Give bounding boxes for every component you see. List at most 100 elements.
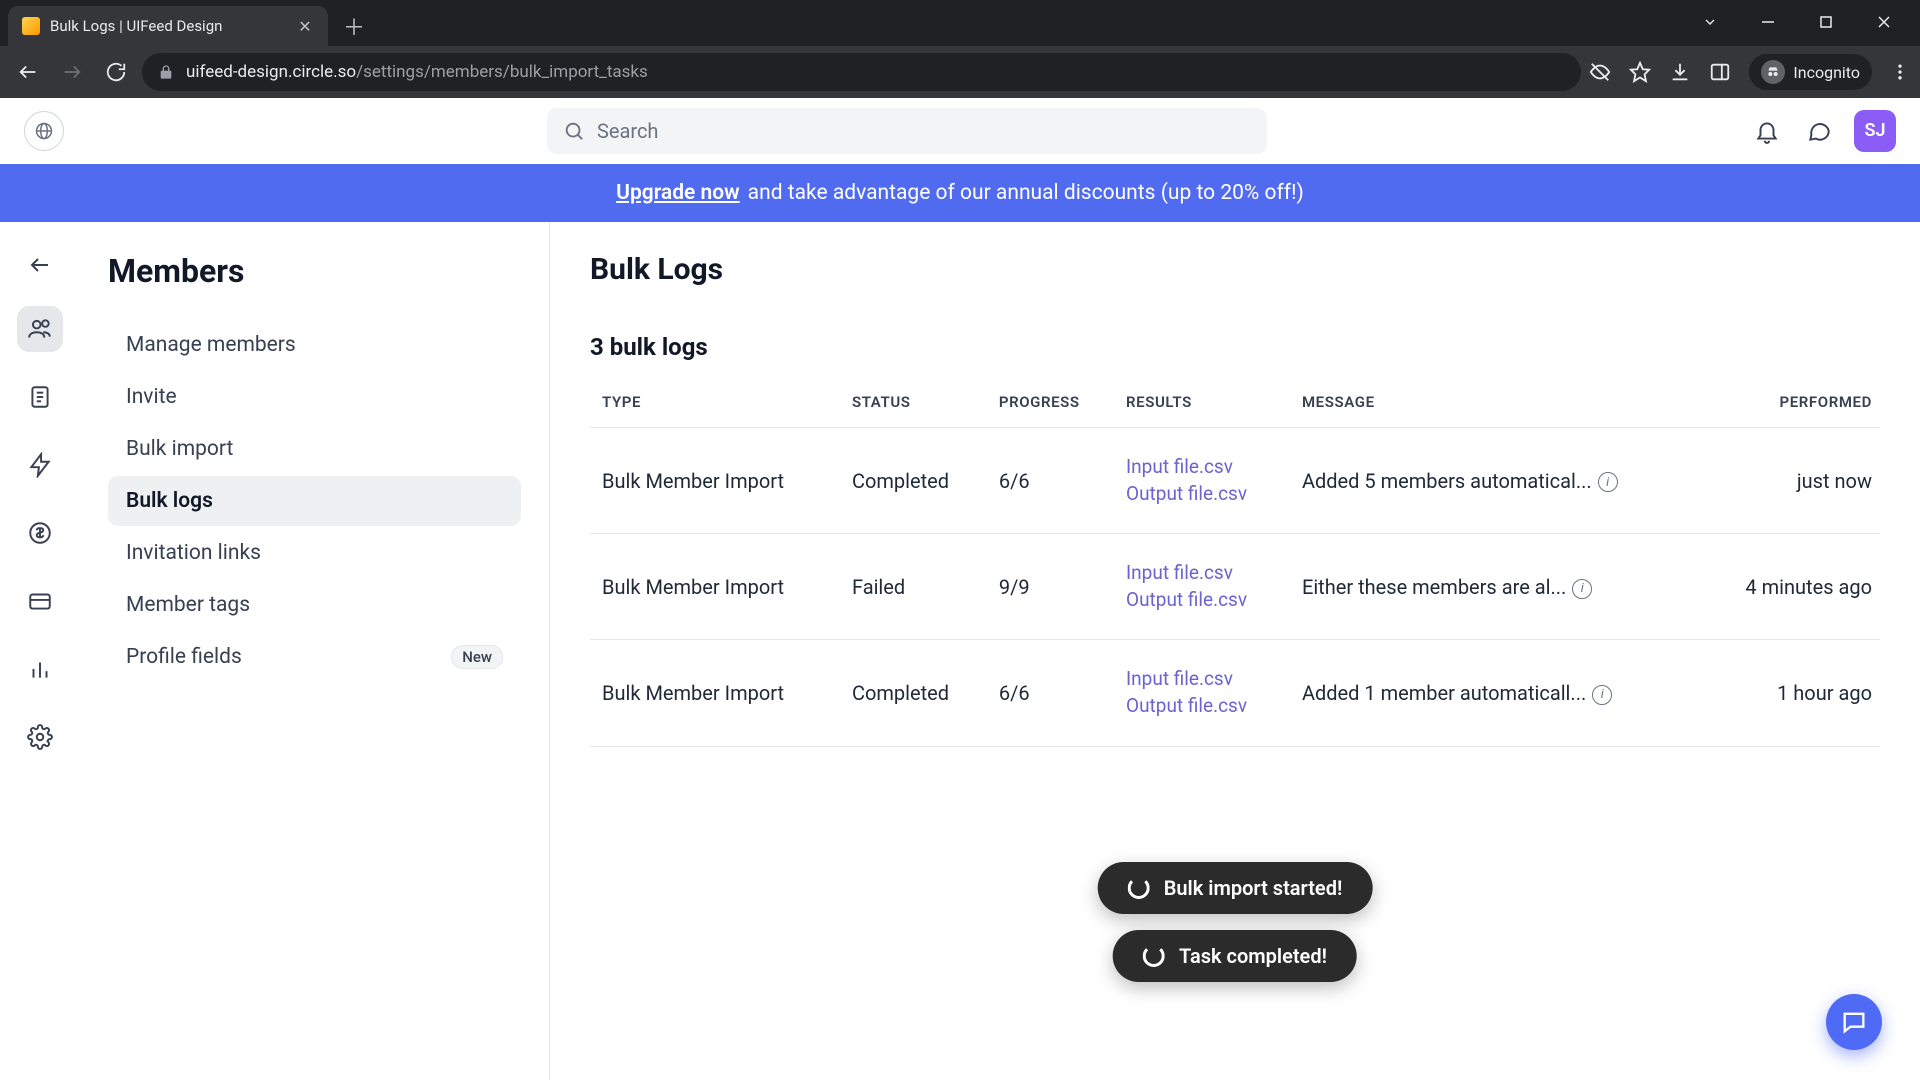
bookmark-star-icon[interactable] <box>1629 61 1651 83</box>
tab-close-button[interactable]: ✕ <box>296 17 314 35</box>
tab-favicon <box>22 17 40 35</box>
sidebar-item-label: Bulk logs <box>126 489 213 513</box>
cell-type: Bulk Member Import <box>590 534 840 640</box>
address-bar[interactable]: uifeed-design.circle.so/settings/members… <box>142 53 1581 91</box>
info-icon[interactable]: i <box>1572 579 1592 599</box>
sidebar-item-label: Profile fields <box>126 645 242 669</box>
sidebar-item[interactable]: Bulk import <box>108 424 521 474</box>
browser-tab[interactable]: Bulk Logs | UIFeed Design ✕ <box>8 6 328 46</box>
toast: Task completed! <box>1113 930 1357 982</box>
sidebar-item[interactable]: Invitation links <box>108 528 521 578</box>
cell-type: Bulk Member Import <box>590 428 840 534</box>
messages-button[interactable] <box>1802 114 1836 148</box>
rail-analytics[interactable] <box>17 646 63 692</box>
col-progress: PROGRESS <box>987 383 1114 428</box>
bolt-icon <box>27 452 53 478</box>
search-icon <box>563 120 585 142</box>
page-title: Bulk Logs <box>590 252 1880 287</box>
cell-message: Added 5 members automatical...i <box>1290 428 1702 534</box>
incognito-indicator[interactable]: Incognito <box>1749 54 1872 90</box>
upgrade-now-link[interactable]: Upgrade now <box>616 181 740 205</box>
bulk-logs-table: TYPE STATUS PROGRESS RESULTS MESSAGE PER… <box>590 383 1880 747</box>
toast-text: Task completed! <box>1179 944 1327 968</box>
sidebar-item-label: Bulk import <box>126 437 233 461</box>
incognito-icon <box>1761 60 1785 84</box>
help-chat-button[interactable] <box>1826 994 1882 1050</box>
cell-status: Completed <box>840 428 987 534</box>
sidebar-item-label: Invite <box>126 385 177 409</box>
address-url: uifeed-design.circle.so/settings/members… <box>186 62 648 82</box>
banner-text: and take advantage of our annual discoun… <box>748 181 1304 205</box>
window-close-button[interactable] <box>1856 4 1912 40</box>
logs-count: 3 bulk logs <box>590 333 1880 361</box>
rail-paywalls[interactable] <box>17 510 63 556</box>
tab-search-button[interactable] <box>1682 4 1738 40</box>
sidebar-item-label: Manage members <box>126 333 296 357</box>
lock-icon <box>158 64 174 80</box>
output-file-link[interactable]: Output file.csv <box>1126 693 1278 720</box>
search-input[interactable]: Search <box>547 108 1267 154</box>
info-icon[interactable]: i <box>1592 685 1612 705</box>
window-maximize-button[interactable] <box>1798 4 1854 40</box>
rail-members[interactable] <box>17 306 63 352</box>
rail-back-button[interactable] <box>21 246 59 284</box>
cell-progress: 9/9 <box>987 534 1114 640</box>
chat-bubble-icon <box>1840 1008 1868 1036</box>
cell-message: Added 1 member automaticall...i <box>1290 640 1702 746</box>
sidepanel-icon[interactable] <box>1709 61 1731 83</box>
window-minimize-button[interactable] <box>1740 4 1796 40</box>
rail-posts[interactable] <box>17 374 63 420</box>
downloads-icon[interactable] <box>1669 61 1691 83</box>
browser-forward-button[interactable] <box>54 54 90 90</box>
table-row: Bulk Member ImportCompleted6/6Input file… <box>590 428 1880 534</box>
output-file-link[interactable]: Output file.csv <box>1126 481 1278 508</box>
browser-back-button[interactable] <box>10 54 46 90</box>
cell-status: Failed <box>840 534 987 640</box>
toast-text: Bulk import started! <box>1164 876 1343 900</box>
notifications-button[interactable] <box>1750 114 1784 148</box>
info-icon[interactable]: i <box>1598 472 1618 492</box>
browser-menu-button[interactable] <box>1890 62 1910 82</box>
col-results: RESULTS <box>1114 383 1290 428</box>
tab-title: Bulk Logs | UIFeed Design <box>50 17 286 35</box>
cell-status: Completed <box>840 640 987 746</box>
sidebar-item[interactable]: Profile fieldsNew <box>108 632 521 682</box>
user-avatar[interactable]: SJ <box>1854 110 1896 152</box>
input-file-link[interactable]: Input file.csv <box>1126 454 1278 481</box>
input-file-link[interactable]: Input file.csv <box>1126 560 1278 587</box>
cell-performed: 1 hour ago <box>1702 640 1880 746</box>
browser-tab-strip: Bulk Logs | UIFeed Design ✕ ＋ <box>0 0 1920 46</box>
rail-workflows[interactable] <box>17 442 63 488</box>
tracking-off-icon[interactable] <box>1589 61 1611 83</box>
cell-results: Input file.csvOutput file.csv <box>1114 534 1290 640</box>
spinner-icon <box>1143 945 1165 967</box>
cell-results: Input file.csvOutput file.csv <box>1114 428 1290 534</box>
cell-message: Either these members are al...i <box>1290 534 1702 640</box>
browser-reload-button[interactable] <box>98 54 134 90</box>
cell-progress: 6/6 <box>987 640 1114 746</box>
sidebar-item[interactable]: Member tags <box>108 580 521 630</box>
sidebar-item[interactable]: Manage members <box>108 320 521 370</box>
rail-plans[interactable] <box>17 578 63 624</box>
spinner-icon <box>1128 877 1150 899</box>
input-file-link[interactable]: Input file.csv <box>1126 666 1278 693</box>
cell-type: Bulk Member Import <box>590 640 840 746</box>
rail-settings[interactable] <box>17 714 63 760</box>
document-icon <box>27 384 53 410</box>
new-tab-button[interactable]: ＋ <box>338 10 370 42</box>
browser-toolbar: uifeed-design.circle.so/settings/members… <box>0 46 1920 98</box>
icon-rail <box>0 222 80 1080</box>
cell-results: Input file.csvOutput file.csv <box>1114 640 1290 746</box>
col-type: TYPE <box>590 383 840 428</box>
sidebar-item[interactable]: Bulk logs <box>108 476 521 526</box>
sidebar-item[interactable]: Invite <box>108 372 521 422</box>
chat-icon <box>1806 118 1832 144</box>
toast: Bulk import started! <box>1098 862 1373 914</box>
main-content: Bulk Logs 3 bulk logs TYPE STATUS PROGRE… <box>550 222 1920 1080</box>
community-switcher-button[interactable] <box>24 111 64 151</box>
currency-icon <box>27 520 53 546</box>
settings-sidebar: Members Manage members Invite Bulk import B… <box>80 222 550 1080</box>
sidebar-title: Members <box>108 252 521 290</box>
incognito-label: Incognito <box>1793 63 1860 82</box>
output-file-link[interactable]: Output file.csv <box>1126 587 1278 614</box>
